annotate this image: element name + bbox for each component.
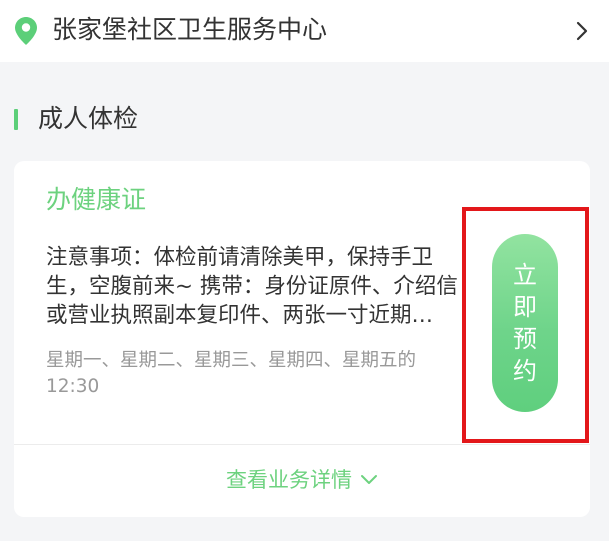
service-hours: 星期一、星期二、星期三、星期四、星期五的 12:30	[46, 348, 466, 404]
book-now-char: 即	[513, 293, 537, 321]
location-pin-icon	[15, 17, 37, 45]
service-notes: 注意事项：体检前请清除美甲，保持手卫生，空腹前来~ 携带：身份证原件、介绍信或营…	[46, 245, 458, 328]
book-now-char: 约	[513, 357, 537, 385]
book-now-button[interactable]: 立 即 预 约	[492, 234, 558, 412]
book-now-char: 预	[513, 325, 537, 353]
location-name: 张家堡社区卫生服务中心	[52, 15, 328, 44]
chevron-right-icon[interactable]	[574, 20, 590, 42]
location-bar[interactable]: 张家堡社区卫生服务中心	[0, 0, 609, 62]
section-accent-bar	[14, 109, 18, 130]
view-details-label: 查看业务详情	[226, 468, 352, 492]
view-details-link[interactable]: 查看业务详情	[14, 463, 590, 497]
chevron-down-icon	[361, 475, 377, 484]
card-divider	[14, 444, 590, 445]
book-now-char: 立	[513, 261, 537, 289]
service-hours-days: 星期一、星期二、星期三、星期四、星期五的	[46, 350, 417, 371]
section-title: 成人体检	[38, 104, 139, 133]
service-title: 办健康证	[46, 185, 147, 214]
service-hours-time: 12:30	[46, 376, 100, 397]
